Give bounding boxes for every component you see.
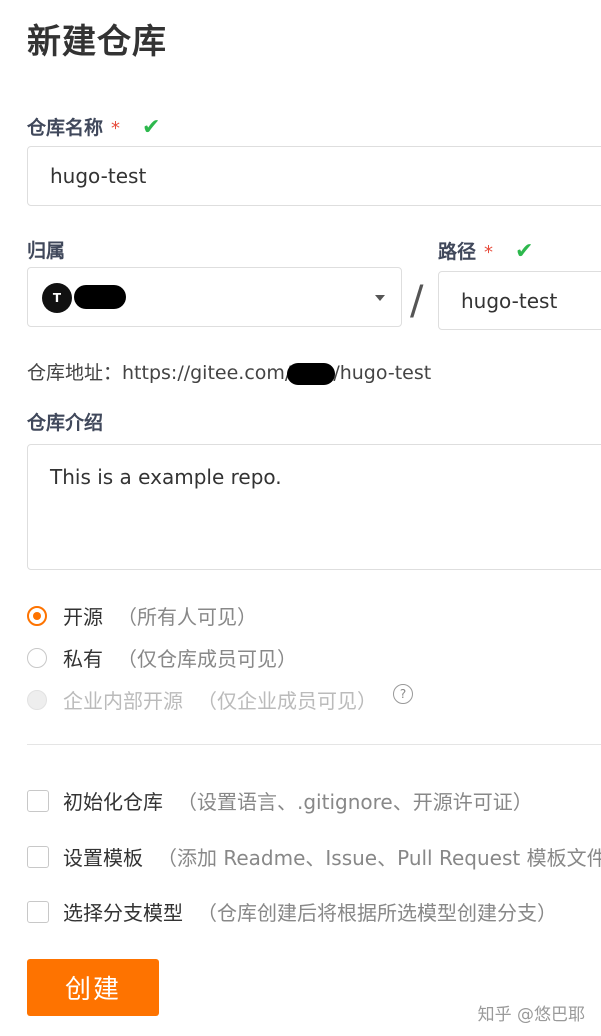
create-button[interactable]: 创建 [27,959,159,1016]
repo-url-line: 仓库地址：https://gitee.com/ /hugo-test [27,358,431,385]
description-textarea[interactable]: This is a example repo. [27,444,601,570]
checkbox-label: 初始化仓库 [63,790,163,814]
required-mark: * [111,118,121,139]
branch-model-checkbox[interactable]: 选择分支模型 （仓库创建后将根据所选模型创建分支） [27,897,557,926]
radio-label: 开源 [63,605,103,629]
radio-label: 企业内部开源 [63,689,183,713]
watermark: 知乎 @悠巴耶 [477,1005,585,1025]
owner-label: 归属 [27,240,66,262]
owner-select[interactable]: T [27,267,402,327]
repo-name-label-row: 仓库名称 * ✔ [27,113,160,140]
radio-label: 私有 [63,647,103,671]
checkbox-hint: （添加 Readme、Issue、Pull Request 模板文件） [157,846,601,870]
help-icon[interactable]: ? [393,683,413,704]
path-input[interactable]: hugo-test [438,271,601,330]
repo-name-value: hugo-test [50,164,147,188]
checkbox-hint: （仓库创建后将根据所选模型创建分支） [197,901,557,925]
radio-checked-icon [27,605,47,626]
radio-disabled-icon [27,689,47,710]
template-checkbox[interactable]: 设置模板 （添加 Readme、Issue、Pull Request 模板文件） [27,842,601,871]
avatar: T [42,283,72,313]
path-separator: / [410,278,424,324]
init-repo-checkbox[interactable]: 初始化仓库 （设置语言、.gitignore、开源许可证） [27,786,533,815]
checkbox-icon [27,900,49,923]
description-value: This is a example repo. [50,465,282,489]
checkbox-icon [27,789,49,812]
check-icon: ✔ [142,115,161,140]
checkbox-hint: （设置语言、.gitignore、开源许可证） [177,790,533,814]
repo-name-label: 仓库名称 [27,117,104,139]
path-value: hugo-test [461,288,558,313]
radio-hint: （所有人可见） [117,605,257,629]
path-label: 路径 [438,241,477,263]
check-icon: ✔ [515,239,534,264]
repo-url-label: 仓库地址： [27,362,123,384]
required-mark: * [484,242,494,263]
page-title: 新建仓库 [27,22,167,62]
checkbox-icon [27,845,49,868]
checkbox-label: 设置模板 [63,846,143,870]
chevron-down-icon [375,295,385,301]
radio-open-source[interactable]: 开源 （所有人可见） [27,601,257,630]
repo-name-input[interactable]: hugo-test [27,146,601,206]
radio-unchecked-icon [27,647,47,668]
redacted-owner-name [74,285,126,309]
path-label-row: 路径 * ✔ [438,237,533,264]
radio-hint: （仅仓库成员可见） [117,647,297,671]
radio-hint: （仅企业成员可见） [197,689,377,713]
description-label: 仓库介绍 [27,412,104,434]
redacted-username [287,362,336,385]
radio-private[interactable]: 私有 （仅仓库成员可见） [27,643,297,672]
checkbox-label: 选择分支模型 [63,901,183,925]
divider [27,744,601,745]
repo-url-suffix: /hugo-test [333,362,432,384]
radio-enterprise-internal: 企业内部开源 （仅企业成员可见） ? [27,683,413,714]
repo-url-prefix: https://gitee.com/ [122,362,292,384]
